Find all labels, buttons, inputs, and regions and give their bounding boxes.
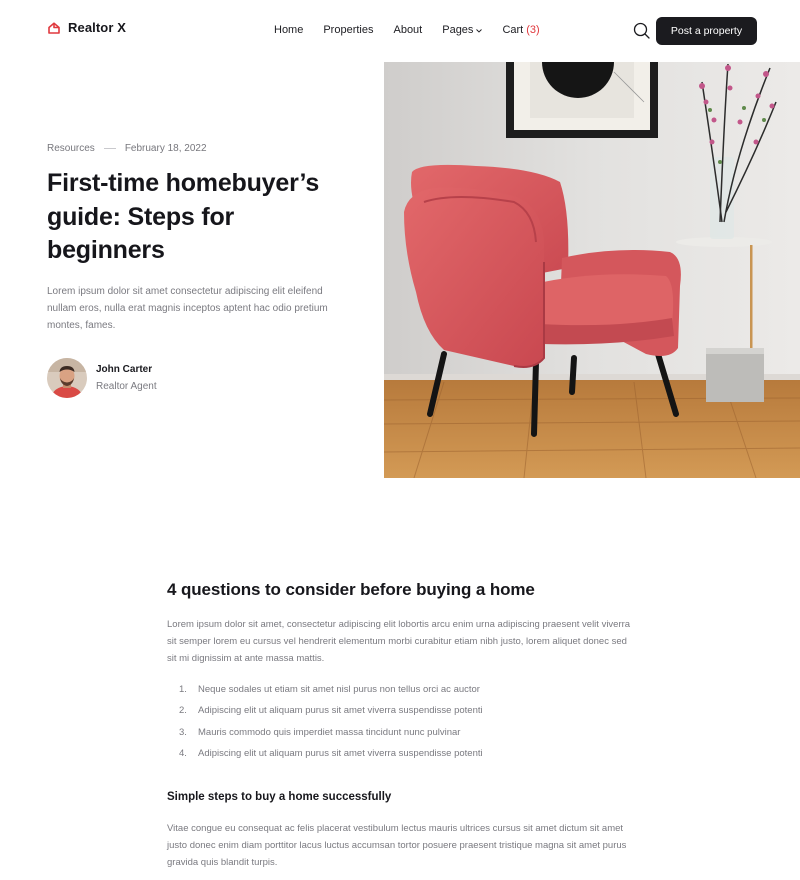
author-name[interactable]: John Carter (96, 364, 157, 375)
logo[interactable]: Realtor X (47, 20, 126, 35)
brand-name: Realtor X (68, 20, 126, 35)
house-icon (48, 21, 60, 34)
list-number: 3. (179, 726, 187, 738)
list-number: 1. (179, 684, 187, 695)
nav-properties[interactable]: Properties (323, 24, 373, 36)
hero-description: Lorem ipsum dolor sit amet consectetur a… (47, 286, 328, 332)
avatar-portrait (47, 358, 87, 398)
main-nav: Home Properties About Pages Cart (3) (274, 24, 540, 36)
list-text: Adipiscing elit ut aliquam purus sit ame… (198, 705, 483, 717)
nav-about[interactable]: About (393, 24, 422, 36)
list-item: 1. Neque sodales ut etiam sit amet nisl p… (179, 684, 483, 705)
hero-image-armchair (384, 62, 800, 478)
list-number: 2. (179, 705, 187, 717)
post-meta: Resources February 18, 2022 (47, 143, 207, 154)
article-body: 4 questions to consider before buying a … (167, 580, 633, 868)
nav-pages-label: Pages (442, 24, 474, 36)
author-role: Realtor Agent (96, 381, 157, 392)
list-item: 3. Mauris commodo quis imperdiet massa ti… (179, 727, 483, 748)
post-date: February 18, 2022 (124, 143, 207, 154)
site-header: Realtor X Home Properties About Pages Ca… (0, 0, 800, 62)
article-body-text: Vitae congue eu consequat ac felis place… (167, 823, 627, 868)
article-intro: Lorem ipsum dolor sit amet, consectetur … (167, 619, 631, 664)
list-item: 2. Adipiscing elit ut aliquam purus sit a… (179, 705, 483, 726)
avatar (47, 358, 87, 398)
cart-count-badge: (3) (526, 24, 540, 36)
nav-pages-dropdown[interactable]: Pages (442, 24, 483, 36)
author-card: John Carter Realtor Agent (47, 358, 157, 398)
armchair-illustration (384, 62, 800, 478)
chevron-down-icon (476, 28, 483, 33)
question-list: 1. Neque sodales ut etiam sit amet nisl p… (179, 684, 483, 769)
list-text: Mauris commodo quis imperdiet massa tinc… (198, 726, 461, 738)
list-item: 4. Adipiscing elit ut aliquam purus sit a… (179, 748, 483, 769)
nav-home[interactable]: Home (274, 24, 303, 36)
nav-cart[interactable]: Cart (3) (502, 24, 539, 36)
post-property-button[interactable]: Post a property (656, 17, 757, 45)
author-info: John Carter Realtor Agent (96, 364, 157, 392)
category-link[interactable]: Resources (47, 143, 95, 154)
article-subheading: Simple steps to buy a home successfully (167, 791, 392, 803)
nav-cart-label: Cart (502, 24, 524, 36)
list-text: Neque sodales ut etiam sit amet nisl pur… (198, 684, 480, 695)
article-heading: 4 questions to consider before buying a … (167, 580, 535, 599)
list-number: 4. (179, 747, 187, 759)
search-icon[interactable] (633, 22, 650, 39)
meta-divider (103, 148, 116, 149)
page-title: First-time homebuyer’s guide: Steps for … (47, 169, 320, 264)
list-text: Adipiscing elit ut aliquam purus sit ame… (198, 747, 483, 759)
